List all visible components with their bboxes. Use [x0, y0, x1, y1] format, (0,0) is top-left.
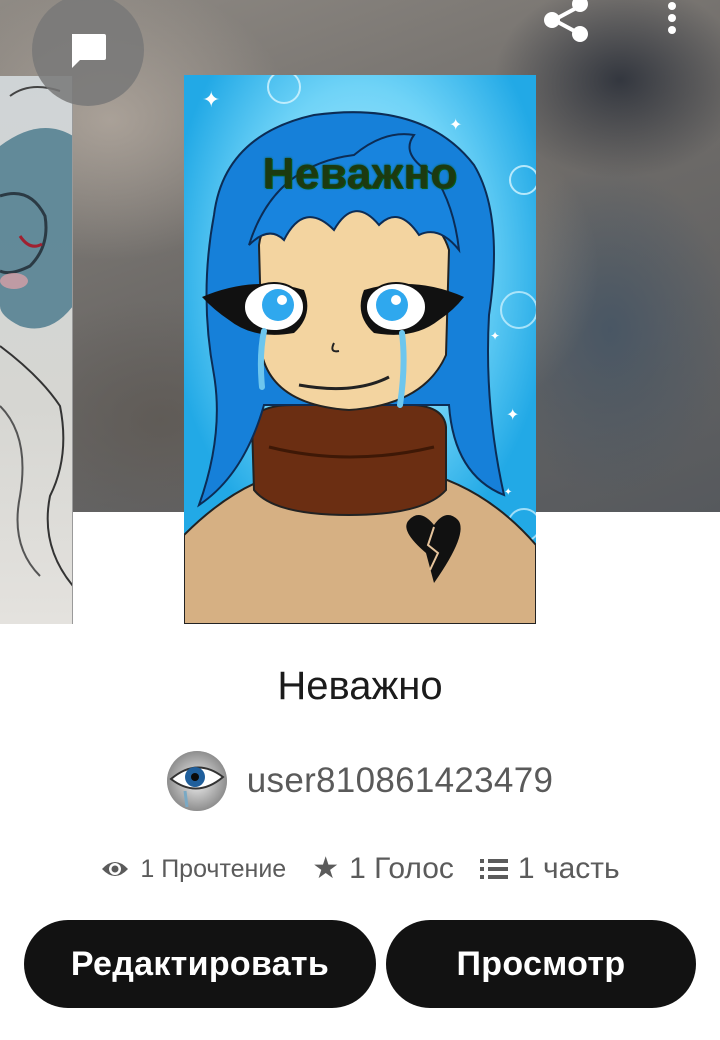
- view-button[interactable]: Просмотр: [386, 920, 696, 1008]
- story-cover[interactable]: ✦ ✦ ✦ ✦ ✦ Неважно: [184, 75, 536, 624]
- cover-title-text: Неважно: [262, 149, 458, 198]
- svg-text:✦: ✦: [449, 117, 462, 134]
- share-icon: [544, 0, 588, 42]
- edit-button[interactable]: Редактировать: [24, 920, 376, 1008]
- star-icon: ★: [312, 852, 340, 885]
- author-name[interactable]: user810861423479: [247, 761, 553, 801]
- more-options-button[interactable]: [652, 0, 692, 44]
- story-stats: 1 Прочтение ★ 1 Голос 1 часть: [0, 846, 720, 892]
- svg-text:✦: ✦: [506, 407, 519, 424]
- parts-count: 1 часть: [517, 852, 620, 885]
- chat-bubble-icon: [72, 34, 106, 68]
- story-title: Неважно: [277, 664, 443, 708]
- svg-text:✦: ✦: [202, 87, 220, 112]
- previous-cover[interactable]: [0, 76, 73, 624]
- more-vertical-icon: [668, 2, 676, 34]
- avatar[interactable]: [166, 751, 227, 811]
- share-button[interactable]: [540, 0, 596, 44]
- votes-stat: ★ 1 Голос: [312, 852, 454, 886]
- reads-stat: 1 Прочтение: [100, 855, 286, 884]
- list-icon: [479, 859, 508, 879]
- eye-icon: [102, 862, 129, 876]
- reads-count: 1 Прочтение: [140, 854, 287, 883]
- votes-count: 1 Голос: [349, 852, 454, 885]
- author-row[interactable]: user810861423479: [0, 750, 720, 812]
- svg-text:✦: ✦: [490, 329, 500, 343]
- parts-stat: 1 часть: [479, 852, 620, 886]
